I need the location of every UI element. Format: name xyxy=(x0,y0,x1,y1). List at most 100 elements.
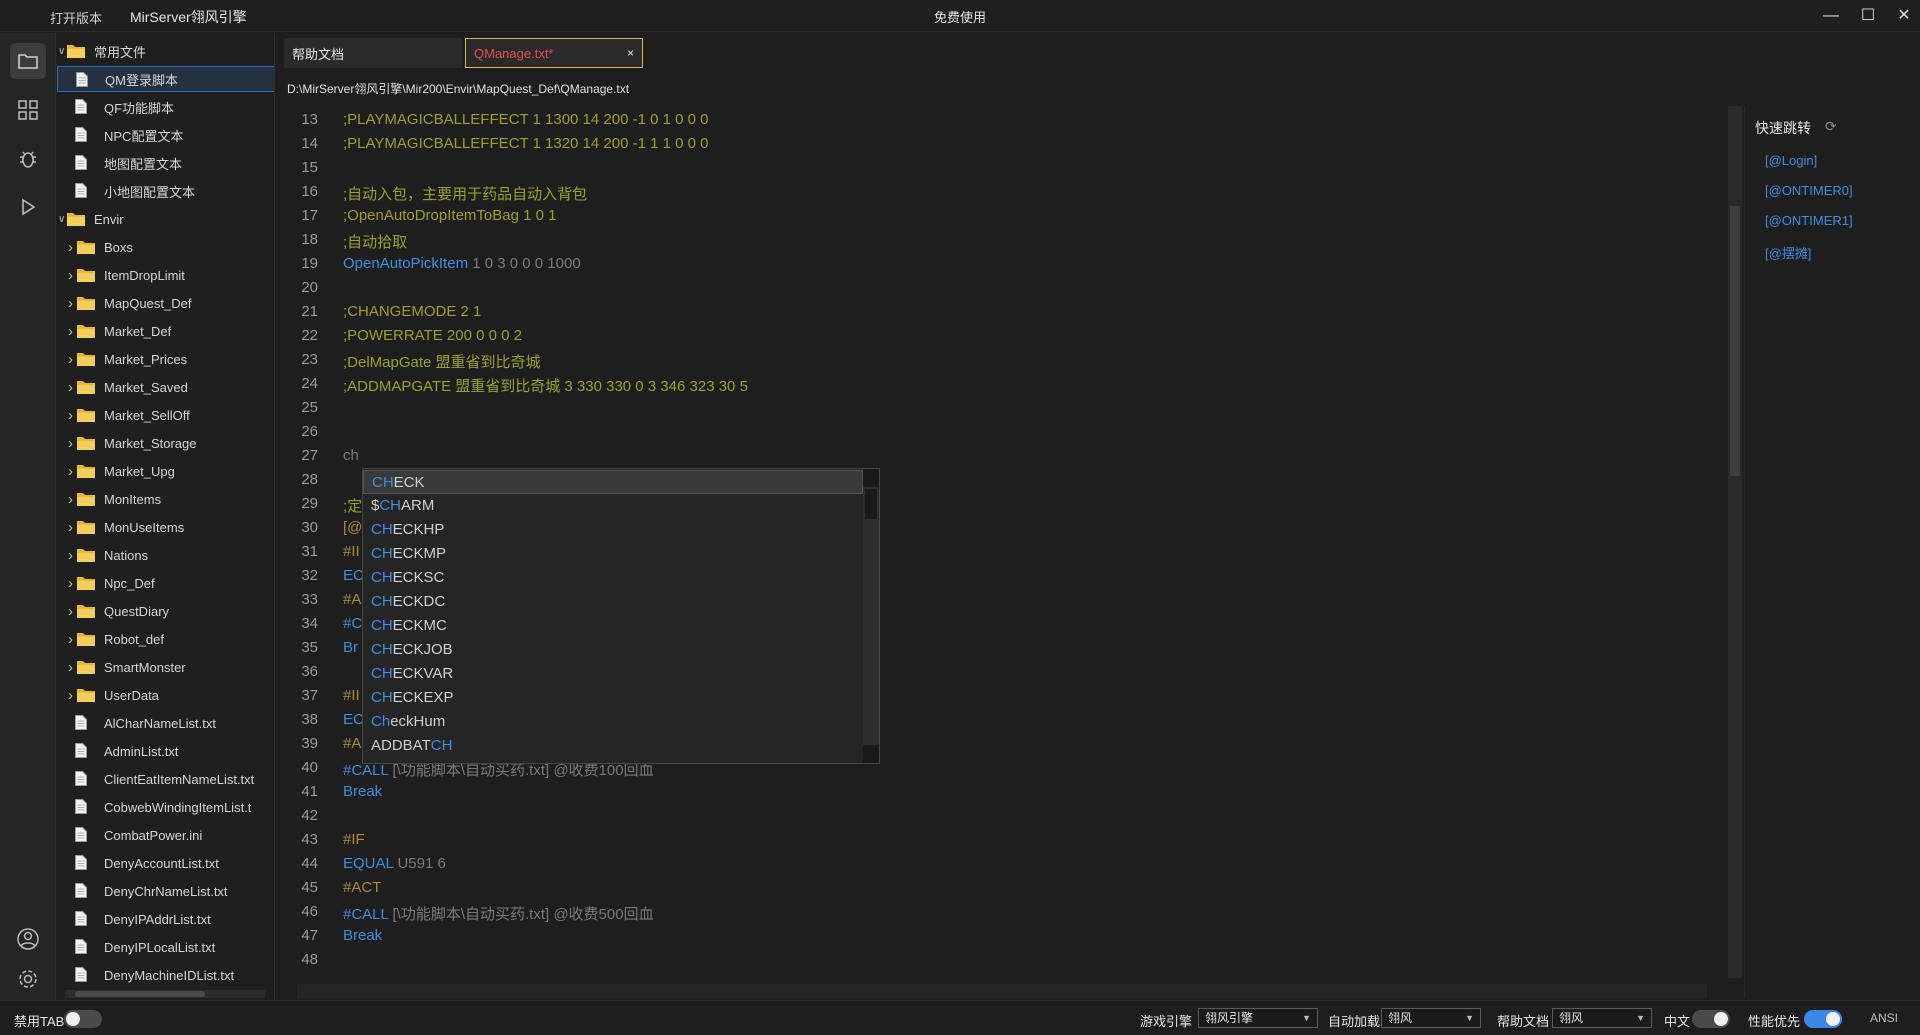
tab-help-docs[interactable]: 帮助文档 xyxy=(284,38,462,68)
auto-load-select[interactable]: 翎风 ▼ xyxy=(1381,1008,1481,1028)
extensions-activity-button[interactable] xyxy=(10,92,46,128)
tree-file[interactable]: CobwebWindingItemList.t xyxy=(57,794,274,820)
account-activity-button[interactable] xyxy=(10,921,46,957)
tree-folder[interactable]: › Market_SellOff xyxy=(57,402,274,428)
chevron-right-icon[interactable]: › xyxy=(68,379,73,396)
tree-folder[interactable]: › Robot_def xyxy=(57,626,274,652)
autocomplete-item[interactable]: CHECK xyxy=(363,470,863,494)
autocomplete-item[interactable]: ADDBATCH xyxy=(363,734,863,758)
scrollbar-thumb[interactable] xyxy=(75,991,205,997)
chevron-right-icon[interactable]: › xyxy=(68,351,73,368)
tree-file[interactable]: DenyChrNameList.txt xyxy=(57,878,274,904)
scroll-down-button[interactable] xyxy=(863,745,879,763)
disable-tab-toggle[interactable] xyxy=(64,1010,102,1028)
tree-file[interactable]: AlCharNameList.txt xyxy=(57,710,274,736)
chevron-right-icon[interactable]: › xyxy=(68,659,73,676)
performance-toggle[interactable] xyxy=(1804,1010,1842,1028)
tree-folder[interactable]: › ItemDropLimit xyxy=(57,262,274,288)
tree-file[interactable]: DenyAccountList.txt xyxy=(57,850,274,876)
autocomplete-scrollbar[interactable] xyxy=(863,469,879,763)
tree-file[interactable]: 地图配置文本 xyxy=(57,150,274,176)
chevron-right-icon[interactable]: › xyxy=(68,323,73,340)
tree-file[interactable]: ClientEatItemNameList.txt xyxy=(57,766,274,792)
chevron-right-icon[interactable]: › xyxy=(68,491,73,508)
autocomplete-item[interactable]: CHECKMC xyxy=(363,614,863,638)
tree-folder[interactable]: › MapQuest_Def xyxy=(57,290,274,316)
chevron-right-icon[interactable]: › xyxy=(68,519,73,536)
encoding-indicator[interactable]: ANSI xyxy=(1870,1011,1898,1025)
tree-folder[interactable]: › UserData xyxy=(57,682,274,708)
tree-folder[interactable]: › Market_Upg xyxy=(57,458,274,484)
help-doc-select[interactable]: 翎风 ▼ xyxy=(1552,1008,1652,1028)
editor-horizontal-scrollbar[interactable] xyxy=(297,984,1707,998)
autocomplete-item[interactable]: CheckHum xyxy=(363,710,863,734)
editor-vertical-scrollbar[interactable] xyxy=(1728,106,1742,978)
quick-jump-link[interactable]: [@摆摊] xyxy=(1765,243,1811,262)
chevron-right-icon[interactable]: › xyxy=(68,463,73,480)
debug-activity-button[interactable] xyxy=(10,141,46,177)
settings-activity-button[interactable] xyxy=(10,961,46,997)
chevron-right-icon[interactable]: › xyxy=(68,239,73,256)
chevron-down-icon[interactable]: ∨ xyxy=(58,214,65,225)
scrollbar-thumb[interactable] xyxy=(865,489,877,519)
tree-file[interactable]: DenyIPLocalList.txt xyxy=(57,934,274,960)
code-token: #CALL xyxy=(343,762,389,779)
close-tab-icon[interactable]: × xyxy=(627,46,634,60)
quick-jump-link[interactable]: [@ONTIMER1] xyxy=(1765,213,1853,228)
maximize-button[interactable]: ☐ xyxy=(1857,6,1879,26)
chevron-right-icon[interactable]: › xyxy=(68,407,73,424)
chevron-right-icon[interactable]: › xyxy=(68,687,73,704)
tree-file[interactable]: QF功能脚本 xyxy=(57,94,274,120)
chevron-right-icon[interactable]: › xyxy=(68,435,73,452)
chevron-right-icon[interactable]: › xyxy=(68,267,73,284)
tree-file[interactable]: 小地图配置文本 xyxy=(57,178,274,204)
explorer-horizontal-scrollbar[interactable] xyxy=(65,990,265,998)
quick-jump-link[interactable]: [@ONTIMER0] xyxy=(1765,183,1853,198)
chinese-toggle[interactable] xyxy=(1692,1010,1730,1028)
game-engine-select[interactable]: 翎风引擎 ▼ xyxy=(1198,1008,1318,1028)
tree-folder[interactable]: › Npc_Def xyxy=(57,570,274,596)
tree-file[interactable]: NPC配置文本 xyxy=(57,122,274,148)
tree-folder[interactable]: › Boxs xyxy=(57,234,274,260)
scroll-up-button[interactable] xyxy=(863,469,879,487)
tree-folder[interactable]: › Market_Prices xyxy=(57,346,274,372)
tree-folder[interactable]: › QuestDiary xyxy=(57,598,274,624)
chevron-right-icon[interactable]: › xyxy=(68,547,73,564)
autocomplete-item[interactable]: CHECKSC xyxy=(363,566,863,590)
autocomplete-item[interactable]: CHECKVAR xyxy=(363,662,863,686)
close-window-button[interactable]: ✕ xyxy=(1893,6,1915,26)
autocomplete-item[interactable]: CHECKDC xyxy=(363,590,863,614)
tab-qmanage[interactable]: QManage.txt* × xyxy=(465,38,643,68)
quick-jump-link[interactable]: [@Login] xyxy=(1765,153,1817,168)
tree-folder[interactable]: › MonUseItems xyxy=(57,514,274,540)
chevron-right-icon[interactable]: › xyxy=(68,575,73,592)
tree-folder[interactable]: ∨ Envir xyxy=(57,206,274,232)
autocomplete-item[interactable]: CHECKEXP xyxy=(363,686,863,710)
tree-folder[interactable]: › Nations xyxy=(57,542,274,568)
autocomplete-item[interactable]: $CHARM xyxy=(363,494,863,518)
explorer-activity-button[interactable] xyxy=(10,43,46,79)
chevron-right-icon[interactable]: › xyxy=(68,295,73,312)
autocomplete-item[interactable]: CHECKHP xyxy=(363,518,863,542)
scrollbar-thumb[interactable] xyxy=(1730,206,1740,476)
run-activity-button[interactable] xyxy=(10,189,46,225)
tree-file[interactable]: DenyMachineIDList.txt xyxy=(57,962,274,988)
tree-folder[interactable]: › MonItems xyxy=(57,486,274,512)
chevron-down-icon[interactable]: ∨ xyxy=(58,46,65,57)
tree-folder[interactable]: › Market_Storage xyxy=(57,430,274,456)
tree-folder[interactable]: › SmartMonster xyxy=(57,654,274,680)
chevron-right-icon[interactable]: › xyxy=(68,631,73,648)
refresh-icon[interactable]: ⟳ xyxy=(1825,118,1837,135)
tree-folder[interactable]: › Market_Def xyxy=(57,318,274,344)
tree-file[interactable]: DenyIPAddrList.txt xyxy=(57,906,274,932)
autocomplete-item[interactable]: CHECKMP xyxy=(363,542,863,566)
open-version-menu[interactable]: 打开版本 xyxy=(50,8,102,27)
tree-folder[interactable]: › Market_Saved xyxy=(57,374,274,400)
tree-file[interactable]: AdminList.txt xyxy=(57,738,274,764)
minimize-button[interactable]: — xyxy=(1820,6,1842,26)
chevron-right-icon[interactable]: › xyxy=(68,603,73,620)
tree-file[interactable]: CombatPower.ini xyxy=(57,822,274,848)
autocomplete-item[interactable]: CHECKJOB xyxy=(363,638,863,662)
tree-file[interactable]: QM登录脚本 xyxy=(57,66,274,92)
tree-folder[interactable]: ∨ 常用文件 xyxy=(57,38,274,64)
